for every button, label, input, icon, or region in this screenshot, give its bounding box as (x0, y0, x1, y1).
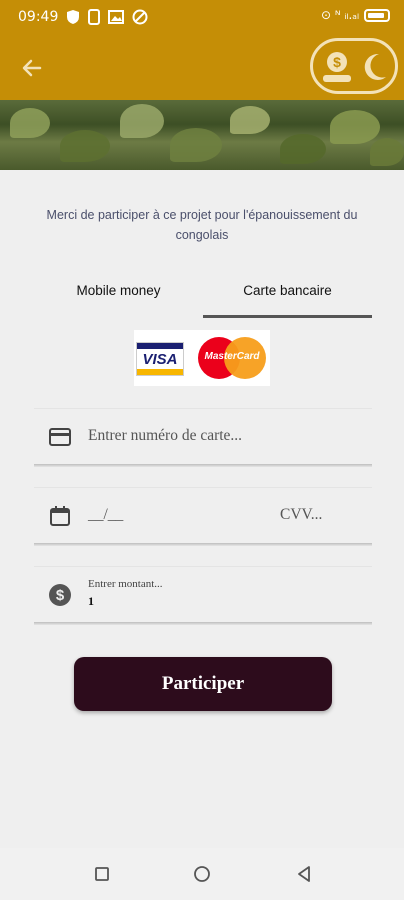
calendar-icon (50, 506, 70, 526)
square-icon[interactable] (92, 864, 112, 884)
participer-button[interactable]: Participer (74, 657, 332, 711)
status-time: 09:49 (18, 9, 59, 25)
card-number-field[interactable]: Entrer numéro de carte... (34, 408, 372, 467)
mastercard-label: MasterCard (204, 351, 260, 362)
visa-logo: VISA (136, 342, 184, 376)
card-number-placeholder[interactable]: Entrer numéro de carte... (88, 427, 242, 445)
circle-icon[interactable] (192, 864, 212, 884)
app-bar: $ (0, 36, 404, 100)
card-logos: VISA MasterCard (134, 330, 270, 386)
phone-icon (88, 9, 100, 25)
credit-card-icon (49, 428, 71, 446)
cvv-input[interactable]: CVV... (280, 506, 322, 524)
system-nav-bar (0, 848, 404, 900)
amount-label: Entrer montant... (88, 578, 163, 590)
image-icon (108, 10, 124, 24)
payment-tabs: Mobile money Carte bancaire (34, 272, 372, 320)
intro-text: Merci de participer à ce projet pour l'é… (46, 208, 358, 242)
moon-icon[interactable] (359, 51, 389, 83)
expiry-input[interactable]: __/__ (88, 506, 123, 524)
dollar-circle-icon: $ (49, 584, 71, 606)
visa-label: VISA (142, 351, 178, 368)
dollar-hand-icon[interactable]: $ (321, 50, 353, 84)
amount-field[interactable]: $ Entrer montant... 1 (34, 566, 372, 625)
status-bar: 09:49 ⊙ ᴺ ᵢₗ.ₐₗ (0, 0, 404, 36)
dnd-icon (132, 9, 148, 25)
svg-text:$: $ (56, 587, 65, 604)
mastercard-logo: MasterCard (198, 334, 266, 382)
hero-image (0, 100, 404, 170)
triangle-back-icon[interactable] (294, 864, 314, 884)
svg-text:$: $ (333, 54, 341, 70)
expiry-cvv-field[interactable]: __/__ CVV... (34, 487, 372, 546)
theme-currency-toggle[interactable]: $ (310, 38, 398, 94)
battery-icon (364, 8, 390, 22)
tab-carte-bancaire[interactable]: Carte bancaire (203, 272, 372, 318)
shield-icon (67, 10, 79, 24)
amount-input[interactable]: 1 (88, 594, 94, 609)
tab-mobile-money[interactable]: Mobile money (34, 272, 203, 318)
arrow-left-icon[interactable] (20, 56, 44, 80)
signal-text: ⊙ ᴺ ᵢₗ.ₐₗ (321, 8, 359, 22)
